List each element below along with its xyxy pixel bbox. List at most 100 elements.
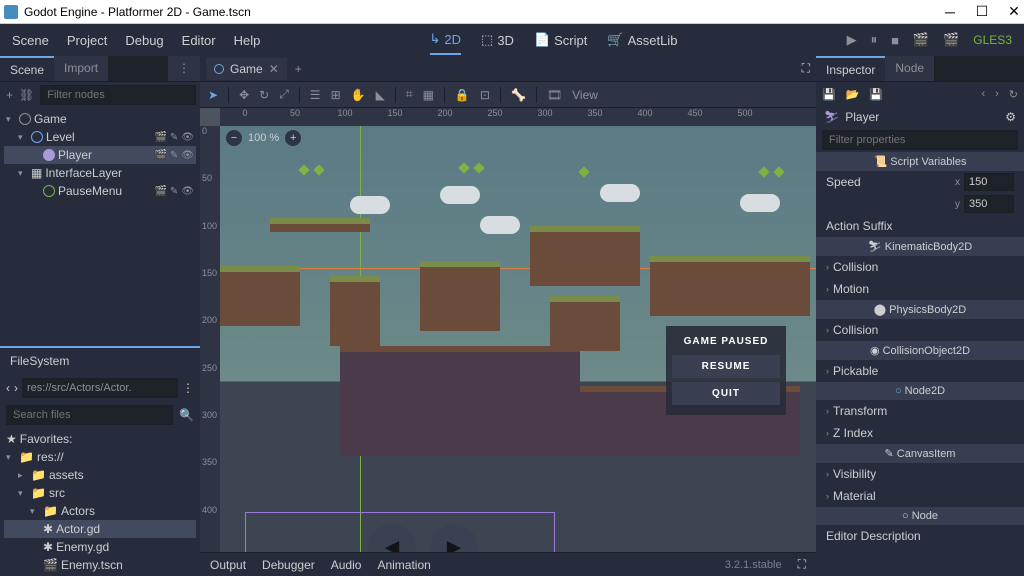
script-icon[interactable]: 🎬 — [154, 150, 166, 161]
disk-icon[interactable]: 💾 — [869, 88, 883, 101]
snap-options-icon[interactable]: ⌗ — [406, 87, 413, 102]
open-resource-icon[interactable]: 📂 — [846, 88, 860, 101]
back-icon[interactable]: ‹ — [6, 381, 10, 395]
fs-file-enemy-tscn[interactable]: 🎬Enemy.tscn — [4, 556, 196, 574]
play-custom-button[interactable]: 🎬 — [943, 32, 959, 48]
game-canvas[interactable]: − 100 % + — [220, 126, 816, 552]
mode-script[interactable]: 📄 Script — [534, 25, 587, 55]
group-collision[interactable]: ›Collision — [816, 256, 1024, 278]
resume-button[interactable]: RESUME — [672, 355, 780, 378]
mode-3d[interactable]: ⬚ 3D — [481, 25, 514, 55]
quit-button[interactable]: QUIT — [672, 382, 780, 405]
section-script-vars[interactable]: 📜 Script Variables — [816, 152, 1024, 171]
zoom-out-button[interactable]: − — [226, 130, 242, 146]
stop-button[interactable]: ■ — [891, 33, 899, 48]
group-icon[interactable]: ⊡ — [480, 88, 490, 102]
search-icon[interactable]: 🔍 — [179, 408, 194, 422]
play-scene-button[interactable]: 🎬 — [913, 32, 929, 48]
link-icon[interactable]: ⛓ — [19, 88, 34, 102]
panel-output[interactable]: Output — [210, 558, 246, 572]
zoom-in-button[interactable]: + — [285, 130, 301, 146]
tree-node-interface[interactable]: ▾▦ InterfaceLayer — [4, 164, 196, 182]
edit-icon[interactable]: ✎ — [170, 150, 178, 161]
tree-node-game[interactable]: ▾ Game — [4, 110, 196, 128]
section-kinematic[interactable]: ⛷ KinematicBody2D — [816, 237, 1024, 256]
minimize-button[interactable]: ─ — [944, 6, 956, 18]
lock-icon[interactable]: 🔒 — [455, 88, 470, 102]
pause-button[interactable]: ⏸ — [871, 32, 878, 48]
script-icon[interactable]: 🎬 — [154, 132, 166, 143]
viewport-2d[interactable]: 050100150200250300350400450500 050100150… — [200, 108, 816, 552]
tab-inspector[interactable]: Inspector — [816, 56, 885, 81]
mode-2d[interactable]: ↳ 2D — [430, 31, 462, 55]
speed-x-input[interactable] — [964, 173, 1014, 191]
ruler-tool-icon[interactable]: ◣ — [376, 88, 385, 102]
fs-src[interactable]: ▾📁src — [4, 484, 196, 502]
panel-animation[interactable]: Animation — [377, 558, 430, 572]
pan-tool-icon[interactable]: ✋ — [351, 88, 366, 102]
save-resource-icon[interactable]: 💾 — [822, 88, 836, 101]
group-transform[interactable]: ›Transform — [816, 400, 1024, 422]
fs-path-input[interactable] — [22, 378, 178, 398]
close-tab-icon[interactable]: ✕ — [269, 62, 279, 76]
group-visibility[interactable]: ›Visibility — [816, 463, 1024, 485]
tab-import[interactable]: Import — [54, 56, 108, 81]
scale-tool-icon[interactable]: ⤢ — [279, 87, 289, 102]
tab-node[interactable]: Node — [885, 56, 934, 81]
tree-node-pausemenu[interactable]: PauseMenu 🎬✎👁 — [4, 182, 196, 200]
maximize-button[interactable]: ☐ — [976, 6, 988, 18]
view-menu[interactable]: View — [572, 88, 598, 102]
fullscreen-icon[interactable]: ⛶ — [798, 557, 806, 572]
history-fwd-icon[interactable]: › — [995, 88, 999, 100]
close-button[interactable]: ✕ — [1008, 6, 1020, 18]
visible-icon[interactable]: 👁 — [181, 150, 194, 161]
history-icon[interactable]: ↻ — [1009, 88, 1018, 101]
menu-project[interactable]: Project — [67, 33, 107, 48]
play-button[interactable]: ▶ — [847, 32, 857, 48]
tab-scene[interactable]: Scene — [0, 56, 54, 81]
menu-debug[interactable]: Debug — [125, 33, 163, 48]
scene-tab-game[interactable]: Game ✕ — [206, 58, 287, 80]
fs-favorites[interactable]: ★Favorites: — [4, 430, 196, 448]
add-node-icon[interactable]: + — [6, 88, 13, 102]
fs-file-actor-gd[interactable]: ✱Actor.gd — [4, 520, 196, 538]
script-icon[interactable]: 🎬 — [154, 186, 166, 197]
visible-icon[interactable]: 👁 — [181, 132, 194, 143]
filter-nodes-input[interactable] — [40, 85, 196, 105]
speed-y-input[interactable] — [964, 195, 1014, 213]
history-back-icon[interactable]: ‹ — [981, 88, 985, 100]
panel-menu-icon[interactable]: ⋮ — [168, 56, 200, 81]
group-pickable[interactable]: ›Pickable — [816, 360, 1024, 382]
group-collision2[interactable]: ›Collision — [816, 319, 1024, 341]
group-motion[interactable]: ›Motion — [816, 278, 1024, 300]
menu-editor[interactable]: Editor — [182, 33, 216, 48]
bone-icon[interactable]: 🦴 — [511, 88, 526, 102]
tree-node-level[interactable]: ▾ Level 🎬✎👁 — [4, 128, 196, 146]
section-node[interactable]: ○ Node — [816, 507, 1024, 525]
section-physics[interactable]: ⬤ PhysicsBody2D — [816, 300, 1024, 319]
section-canvasitem[interactable]: ✎ CanvasItem — [816, 444, 1024, 463]
edit-icon[interactable]: ✎ — [170, 132, 178, 143]
expand-icon[interactable]: ⛶ — [802, 61, 810, 76]
move-tool-icon[interactable]: ✥ — [239, 88, 249, 102]
menu-scene[interactable]: Scene — [12, 33, 49, 48]
fs-root[interactable]: ▾📁res:// — [4, 448, 196, 466]
fs-search-input[interactable] — [6, 405, 173, 425]
mode-assetlib[interactable]: 🛒 AssetLib — [607, 25, 677, 55]
snap-icon[interactable]: ⊞ — [331, 88, 341, 102]
anim-icon[interactable]: 🎞 — [547, 88, 562, 102]
add-scene-tab[interactable]: + — [287, 62, 310, 76]
tool-icon[interactable]: ⚙ — [1005, 110, 1016, 124]
fs-menu-icon[interactable]: ⋮ — [182, 381, 194, 395]
edit-icon[interactable]: ✎ — [170, 186, 178, 197]
grid-icon[interactable]: ▦ — [423, 88, 434, 102]
list-tool-icon[interactable]: ☰ — [310, 88, 321, 102]
visible-icon[interactable]: 👁 — [181, 186, 194, 197]
panel-audio[interactable]: Audio — [331, 558, 362, 572]
rotate-tool-icon[interactable]: ↻ — [259, 88, 269, 102]
group-material[interactable]: ›Material — [816, 485, 1024, 507]
renderer-selector[interactable]: GLES3 — [973, 33, 1012, 47]
filter-properties-input[interactable] — [822, 130, 1018, 150]
menu-help[interactable]: Help — [234, 33, 261, 48]
panel-debugger[interactable]: Debugger — [262, 558, 315, 572]
